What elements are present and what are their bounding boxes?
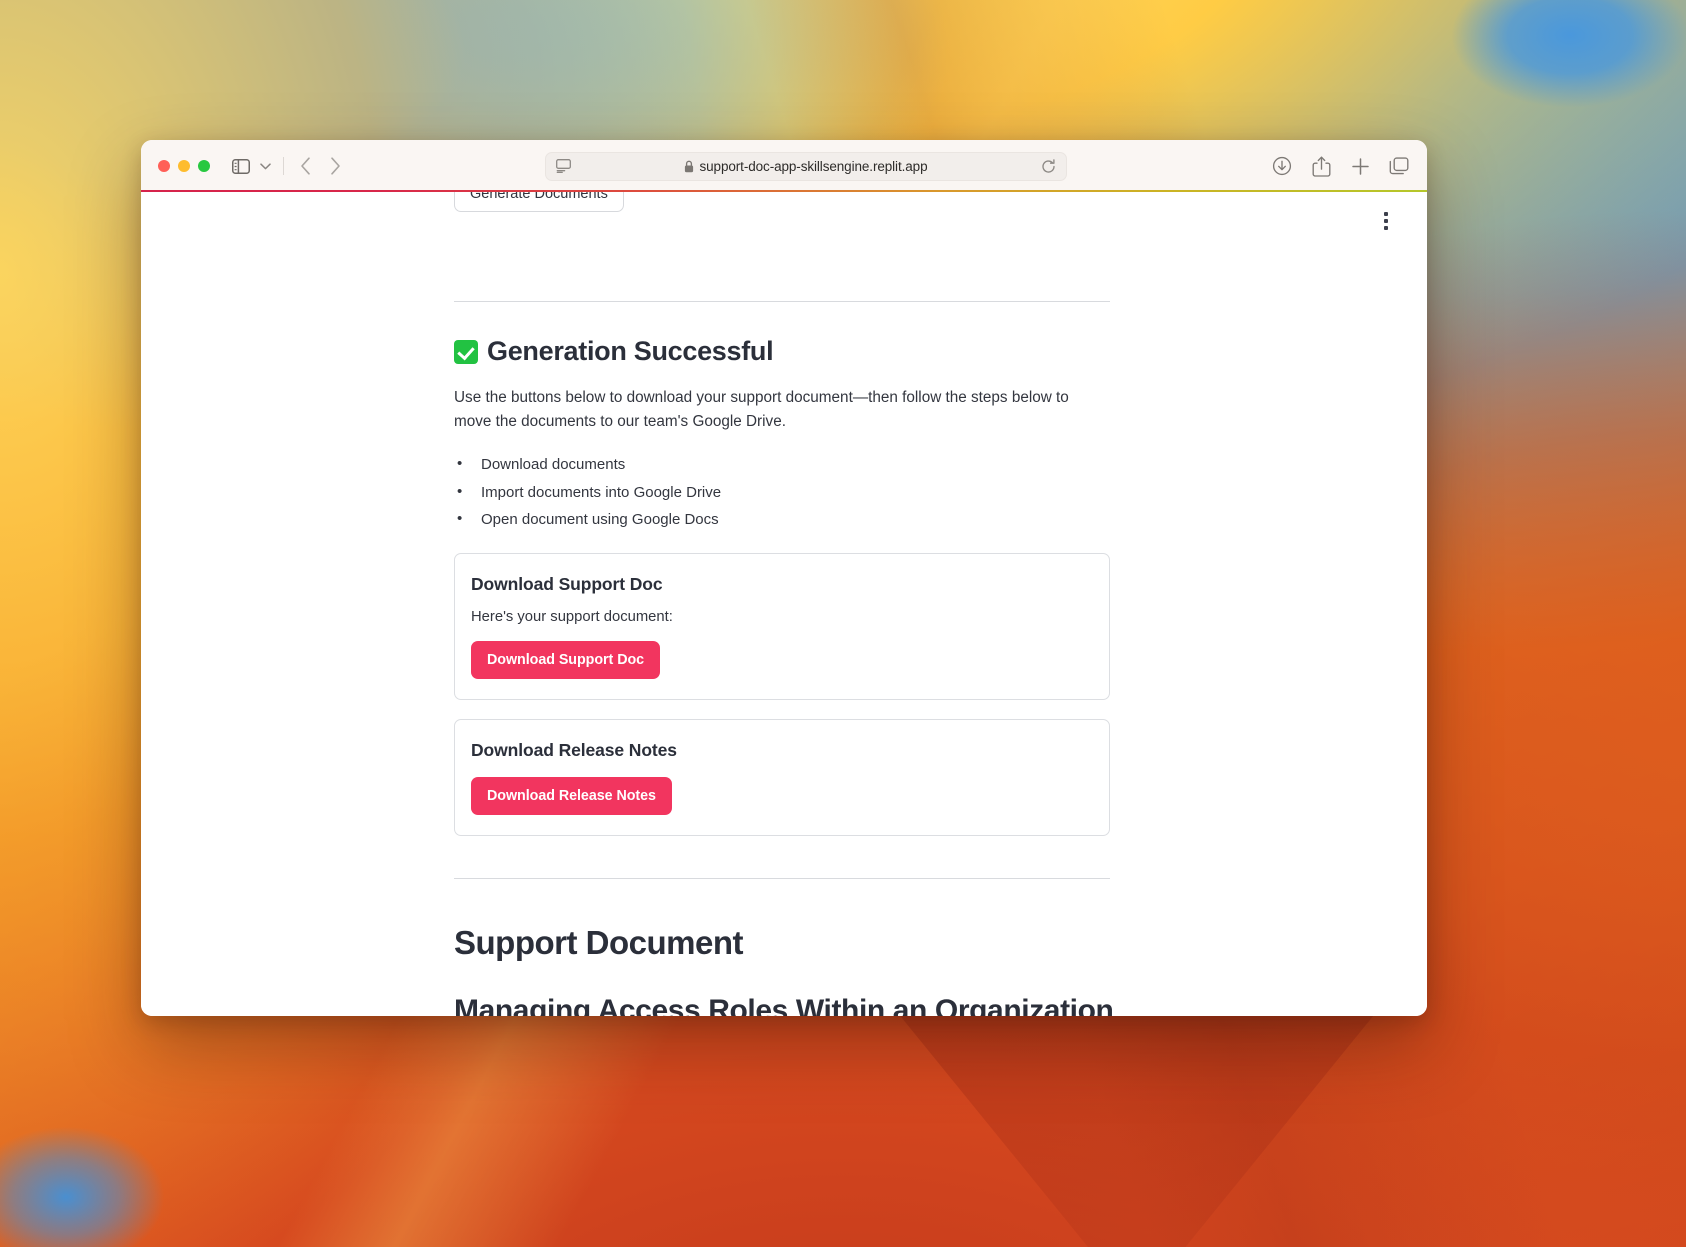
address-bar[interactable]: support-doc-app-skillsengine.replit.app — [544, 151, 1067, 181]
maximize-window-button[interactable] — [198, 160, 210, 172]
page-kebab-menu-icon[interactable] — [1375, 206, 1397, 236]
intro-paragraph: Use the buttons below to download your s… — [454, 389, 1069, 430]
toolbar-divider — [283, 157, 284, 175]
lock-icon — [684, 160, 694, 173]
window-controls — [158, 160, 210, 172]
list-item: Open document using Google Docs — [454, 505, 1110, 533]
browser-toolbar: support-doc-app-skillsengine.replit.app — [141, 140, 1427, 192]
downloads-icon[interactable] — [1271, 155, 1293, 177]
card-title: Download Release Notes — [471, 740, 677, 761]
desktop-wallpaper: support-doc-app-skillsengine.replit.app — [0, 0, 1686, 1247]
card-title: Download Support Doc — [471, 574, 663, 595]
white-check-mark-icon — [454, 339, 478, 364]
address-bar-text-group: support-doc-app-skillsengine.replit.app — [546, 159, 1066, 174]
download-support-doc-button[interactable]: Download Support Doc — [471, 641, 661, 680]
sidebar-toggle-icon[interactable] — [229, 154, 253, 178]
section-divider-top — [454, 301, 1110, 302]
list-item: Import documents into Google Drive — [454, 478, 1110, 506]
reader-view-icon[interactable] — [555, 159, 571, 173]
close-window-button[interactable] — [158, 160, 170, 172]
safari-browser-window: support-doc-app-skillsengine.replit.app — [141, 140, 1427, 1016]
address-bar-container: support-doc-app-skillsengine.replit.app — [350, 151, 1261, 181]
support-document-heading: Support Document — [454, 924, 743, 962]
chevron-down-icon[interactable] — [255, 154, 275, 178]
generate-documents-button[interactable]: Generate Documents — [454, 192, 624, 212]
generate-documents-row: Generate Documents — [454, 192, 1110, 244]
address-bar-url: support-doc-app-skillsengine.replit.app — [699, 158, 928, 174]
page-content: Generate Documents Generation Successful… — [454, 192, 1114, 1016]
reload-icon[interactable] — [1041, 158, 1056, 174]
download-release-notes-button[interactable]: Download Release Notes — [471, 777, 672, 816]
wallpaper-blue-bottomleft — [0, 987, 360, 1247]
tab-overview-icon[interactable] — [1388, 155, 1410, 177]
generation-success-text: Generation Successful — [487, 336, 774, 366]
generation-success-heading: Generation Successful — [454, 336, 1110, 367]
list-item: Download documents — [454, 450, 1110, 478]
download-support-doc-card: Download Support Doc Here's your support… — [454, 553, 1110, 701]
steps-list: Download documents Import documents into… — [454, 450, 1110, 533]
back-button-icon[interactable] — [290, 153, 320, 179]
forward-button-icon[interactable] — [320, 153, 350, 179]
card-subtitle: Here's your support document: — [471, 609, 673, 626]
toolbar-right-actions — [1271, 155, 1410, 177]
support-document-subheading: Managing Access Roles Within an Organiza… — [454, 994, 1114, 1016]
minimize-window-button[interactable] — [178, 160, 190, 172]
download-release-notes-card: Download Release Notes Download Release … — [454, 719, 1110, 837]
share-icon[interactable] — [1310, 155, 1332, 177]
section-divider-bottom — [454, 878, 1110, 880]
web-page-viewport: Generate Documents Generation Successful… — [141, 192, 1427, 1016]
new-tab-icon[interactable] — [1349, 155, 1371, 177]
